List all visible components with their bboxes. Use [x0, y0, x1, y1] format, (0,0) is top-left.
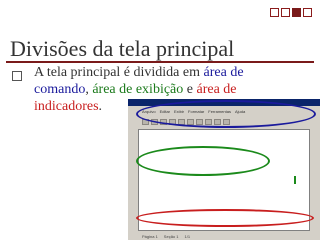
- display-area-highlight: [136, 146, 270, 176]
- corner-square-icon: [292, 8, 301, 17]
- keyword-indicators-area-2: indicadores: [34, 99, 99, 114]
- indicators-area-highlight: [136, 209, 314, 227]
- keyword-indicators-area: área de: [196, 82, 237, 97]
- corner-square-icon: [270, 8, 279, 17]
- bullet-separator: e: [183, 82, 197, 97]
- screenshot-status-item: Seção 1: [163, 233, 179, 239]
- bullet-intro: A tela principal é dividida em: [34, 65, 204, 80]
- slide-title: Divisões da tela principal: [10, 36, 235, 61]
- bullet-square-icon: [12, 71, 22, 81]
- keyword-display-area: área de exibição: [92, 82, 184, 97]
- slide-top-bar: [0, 0, 320, 18]
- bullet-end: .: [98, 99, 103, 114]
- screenshot-status-item: 1/1: [184, 233, 191, 239]
- command-area-highlight: [136, 100, 316, 128]
- display-area-marker: [294, 176, 296, 184]
- title-divider: [6, 61, 314, 63]
- screenshot-status-item: Página 1: [142, 233, 158, 239]
- keyword-command-area-2: comando: [34, 82, 86, 97]
- corner-square-icon: [281, 8, 290, 17]
- keyword-command-area: área de: [203, 65, 244, 80]
- screenshot-status-bar: Página 1 Seção 1 1/1: [128, 232, 320, 240]
- corner-square-icon: [303, 8, 312, 17]
- corner-squares: [270, 8, 312, 17]
